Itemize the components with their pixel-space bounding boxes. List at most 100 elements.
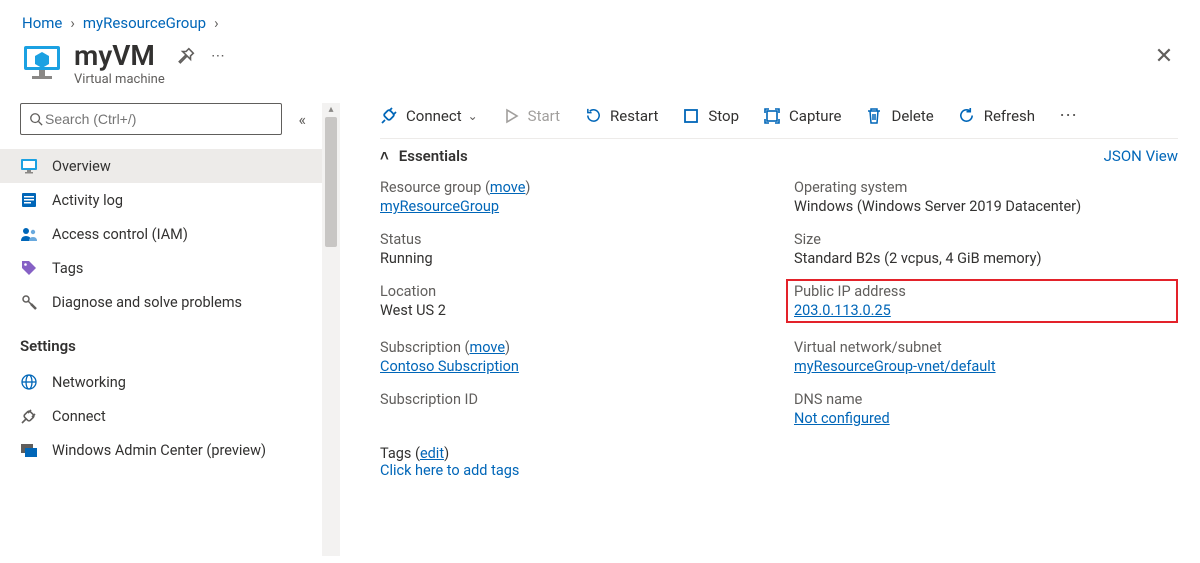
subscription-link[interactable]: Contoso Subscription	[380, 358, 519, 375]
sidebar-item-label: Tags	[52, 260, 83, 277]
sidebar-item-access-control[interactable]: Access control (IAM)	[0, 217, 322, 251]
start-button[interactable]: Start	[502, 107, 560, 125]
stop-button[interactable]: Stop	[682, 107, 739, 125]
sidebar-item-label: Windows Admin Center (preview)	[52, 442, 266, 459]
field-label-text: Status	[380, 231, 764, 248]
search-input[interactable]	[43, 110, 273, 128]
breadcrumb-resource-group[interactable]: myResourceGroup	[83, 14, 206, 32]
monitor-icon	[20, 157, 38, 175]
essentials-toggle[interactable]: ˄ Essentials	[380, 147, 468, 165]
connect-icon	[20, 407, 38, 425]
field-vnet: Virtual network/subnet myResourceGroup-v…	[794, 339, 1178, 375]
connect-icon	[380, 107, 398, 125]
sidebar-item-label: Activity log	[52, 192, 123, 209]
search-input-wrapper[interactable]	[20, 103, 282, 135]
sidebar-item-label: Networking	[52, 374, 126, 391]
move-resource-group-link[interactable]: move	[490, 179, 526, 196]
close-button[interactable]: ✕	[1150, 42, 1178, 70]
page-header: myVM ⋯ Virtual machine ✕	[0, 36, 1200, 103]
field-subscription: Subscription (move) Contoso Subscription	[380, 339, 764, 375]
toolbar-more-button[interactable]: ⋯	[1059, 105, 1079, 126]
tool-label: Start	[528, 107, 560, 125]
field-value-text: West US 2	[380, 302, 764, 319]
wac-icon	[20, 441, 38, 459]
globe-icon	[20, 373, 38, 391]
chevron-right-icon: ›	[70, 14, 75, 32]
chevron-up-icon: ˄	[380, 147, 389, 165]
page-title: myVM	[74, 42, 155, 70]
public-ip-link[interactable]: 203.0.113.0.25	[794, 302, 891, 319]
sidebar-item-tags[interactable]: Tags	[0, 251, 322, 285]
log-icon	[20, 191, 38, 209]
breadcrumb: Home › myResourceGroup ›	[0, 0, 1200, 36]
field-value-text: Standard B2s (2 vcpus, 4 GiB memory)	[794, 250, 1178, 267]
resource-group-link[interactable]: myResourceGroup	[380, 198, 499, 215]
collapse-sidebar-button[interactable]: «	[294, 106, 310, 133]
connect-button[interactable]: Connect ⌄	[380, 107, 478, 125]
chevron-down-icon: ⌄	[468, 109, 478, 123]
scroll-thumb[interactable]	[325, 117, 337, 247]
field-resource-group: Resource group (move) myResourceGroup	[380, 179, 764, 215]
sidebar-section-settings: Settings	[0, 323, 322, 361]
field-label-text: Operating system	[794, 179, 1178, 196]
diagnose-icon	[20, 293, 38, 311]
sidebar-item-label: Overview	[52, 158, 111, 175]
tool-label: Refresh	[984, 107, 1035, 125]
iam-icon	[20, 225, 38, 243]
more-button[interactable]: ⋯	[211, 48, 225, 64]
sidebar-item-overview[interactable]: Overview	[0, 149, 322, 183]
breadcrumb-home[interactable]: Home	[22, 14, 62, 32]
field-location: Location West US 2	[380, 283, 764, 323]
field-label-text: Size	[794, 231, 1178, 248]
add-tags-link[interactable]: Click here to add tags	[380, 462, 519, 479]
highlight-public-ip: Public IP address 203.0.113.0.25	[786, 279, 1178, 323]
field-status: Status Running	[380, 231, 764, 267]
tool-label: Capture	[789, 107, 841, 125]
field-label-text: Subscription ID	[380, 391, 764, 408]
tool-label: Restart	[610, 107, 658, 125]
move-subscription-link[interactable]: move	[470, 339, 506, 356]
essentials-grid: Resource group (move) myResourceGroup Op…	[380, 175, 1178, 427]
dns-link[interactable]: Not configured	[794, 410, 890, 427]
field-public-ip: Public IP address 203.0.113.0.25	[794, 283, 1178, 323]
sidebar-item-windows-admin-center[interactable]: Windows Admin Center (preview)	[0, 433, 322, 467]
json-view-link[interactable]: JSON View	[1104, 147, 1178, 165]
sidebar-scrollbar[interactable]: ▴	[322, 103, 340, 556]
essentials-title: Essentials	[399, 147, 468, 165]
field-label-text: Location	[380, 283, 764, 300]
tool-label: Stop	[708, 107, 739, 125]
sidebar: « Overview Activity log	[0, 103, 340, 556]
field-label-text: Public IP address	[794, 283, 1170, 300]
capture-button[interactable]: Capture	[763, 107, 841, 125]
field-dns: DNS name Not configured	[794, 391, 1178, 427]
pin-button[interactable]	[177, 47, 195, 65]
chevron-right-icon: ›	[214, 14, 219, 32]
restart-button[interactable]: Restart	[584, 107, 658, 125]
command-bar: Connect ⌄ Start Restart Stop	[380, 103, 1178, 138]
vnet-link[interactable]: myResourceGroup-vnet/default	[794, 358, 996, 375]
field-label-text: Virtual network/subnet	[794, 339, 1178, 356]
trash-icon	[865, 107, 883, 125]
field-value-text: Running	[380, 250, 764, 267]
field-subscription-id: Subscription ID	[380, 391, 764, 427]
main-panel: Connect ⌄ Start Restart Stop	[340, 103, 1200, 556]
field-label-text: Resource group	[380, 179, 481, 196]
sidebar-item-label: Diagnose and solve problems	[52, 294, 242, 311]
tag-icon	[20, 259, 38, 277]
sidebar-item-activity-log[interactable]: Activity log	[0, 183, 322, 217]
nav-list: Overview Activity log Access control (IA…	[0, 145, 322, 323]
scroll-up-icon: ▴	[328, 105, 333, 115]
refresh-button[interactable]: Refresh	[958, 107, 1035, 125]
play-icon	[502, 107, 520, 125]
field-label-text: Subscription	[380, 339, 461, 356]
edit-tags-link[interactable]: edit	[420, 445, 444, 462]
tool-label: Delete	[891, 107, 933, 125]
sidebar-item-networking[interactable]: Networking	[0, 365, 322, 399]
search-icon	[29, 112, 43, 126]
tool-label: Connect	[406, 107, 462, 125]
sidebar-item-connect[interactable]: Connect	[0, 399, 322, 433]
delete-button[interactable]: Delete	[865, 107, 933, 125]
refresh-icon	[958, 107, 976, 125]
sidebar-item-label: Connect	[52, 408, 106, 425]
sidebar-item-diagnose[interactable]: Diagnose and solve problems	[0, 285, 322, 319]
